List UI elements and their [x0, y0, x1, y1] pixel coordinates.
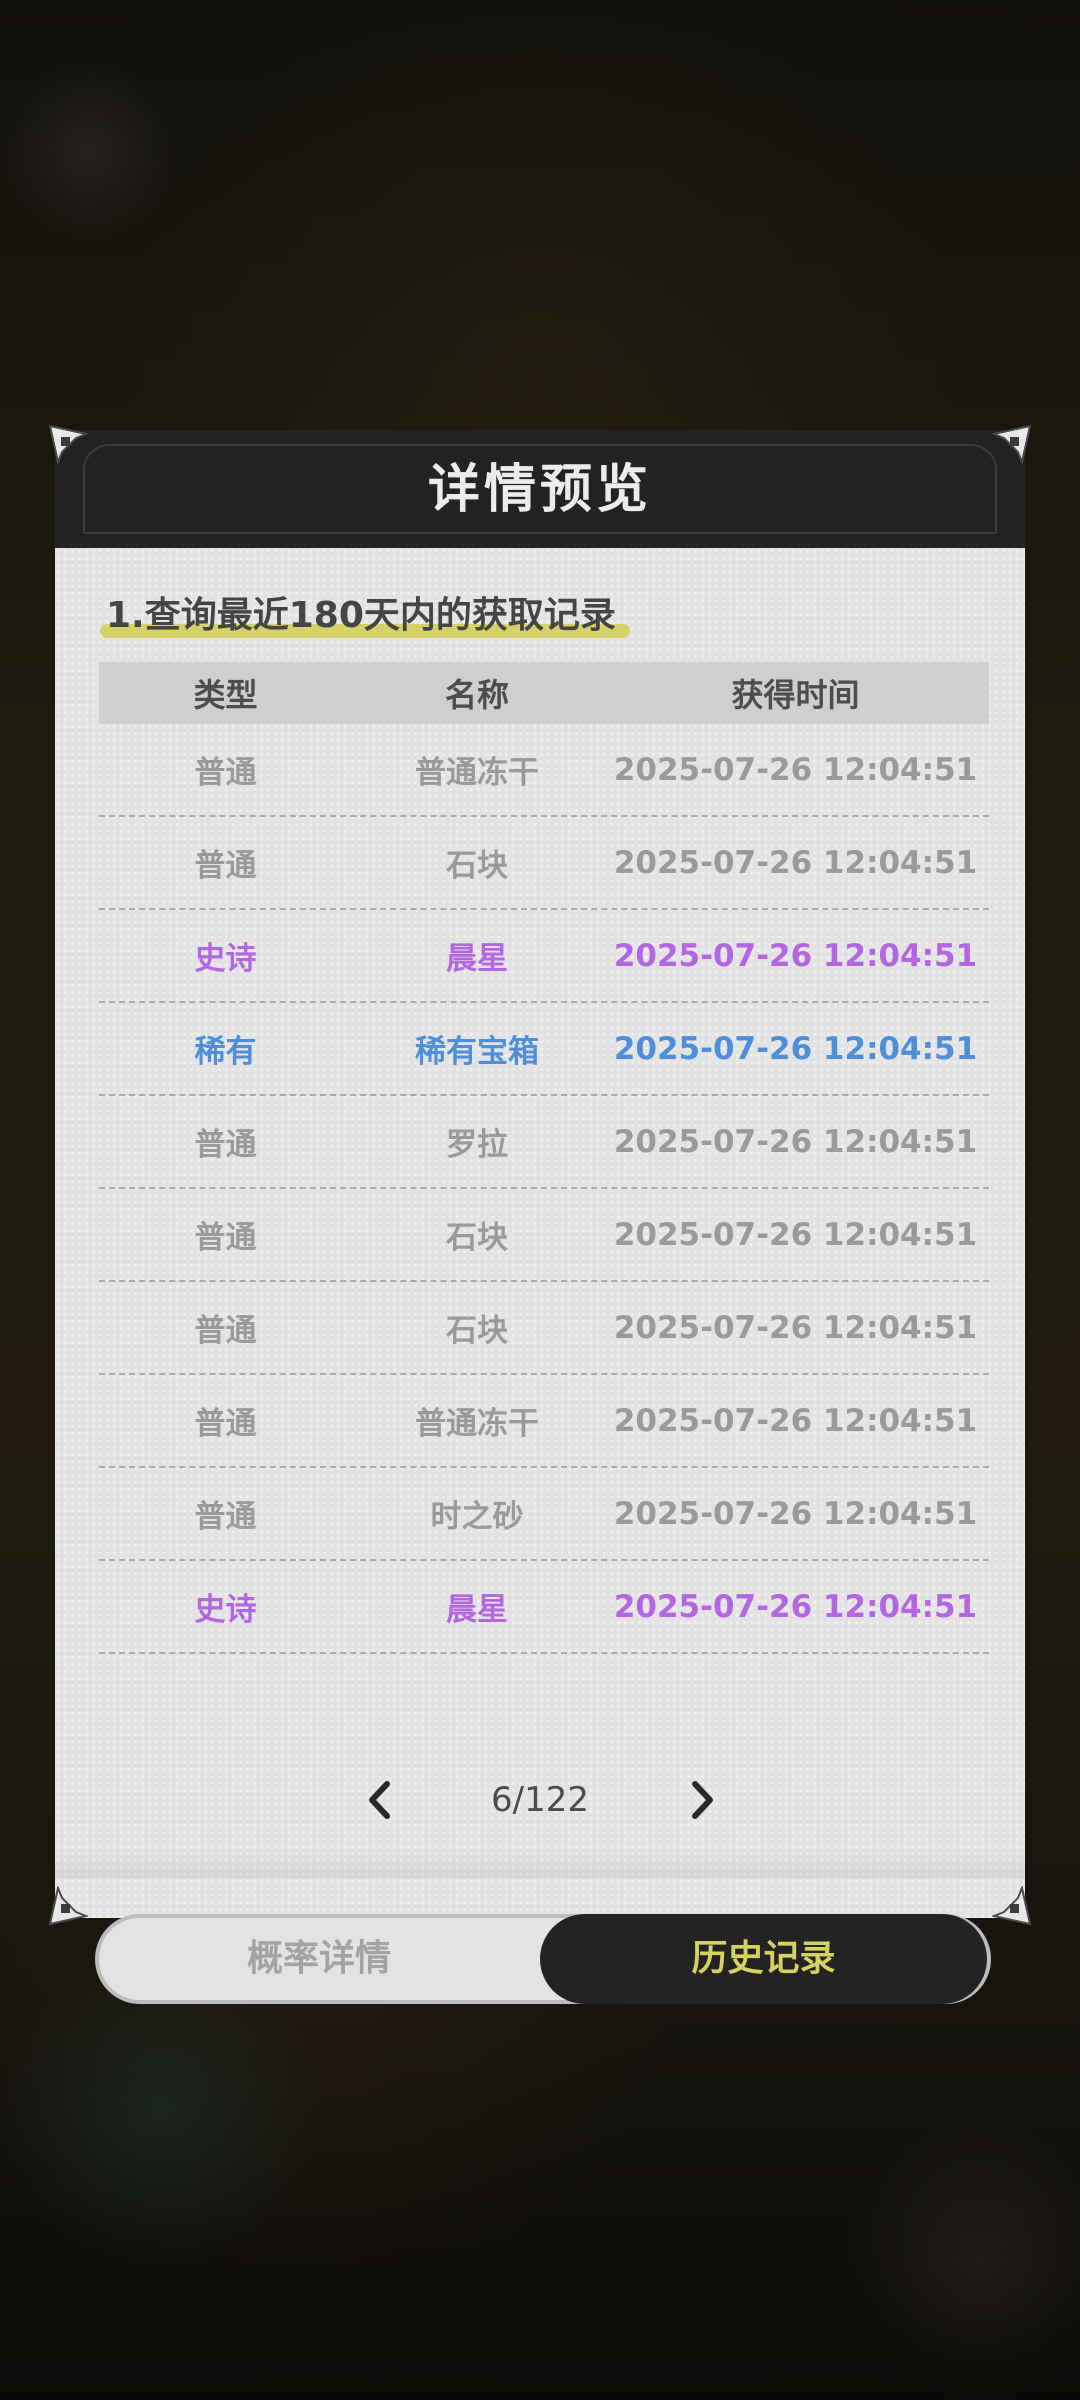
pagination: 6/122: [55, 1770, 1025, 1830]
table-row: 史诗 晨星 2025-07-26 12:04:51: [99, 910, 989, 1003]
cell-type: 普通: [194, 755, 257, 791]
table-row: 普通 时之砂 2025-07-26 12:04:51: [99, 1468, 989, 1561]
corner-ornament-icon: [48, 1886, 88, 1926]
corner-ornament-icon: [992, 1886, 1032, 1926]
table-row: 普通 石块 2025-07-26 12:04:51: [99, 1282, 989, 1375]
dialog-header: 详情预览: [55, 430, 1025, 548]
cell-name: 石块: [446, 848, 508, 884]
cell-type: 普通: [194, 1127, 257, 1163]
cell-type: 普通: [194, 1499, 257, 1535]
history-table: 类型 名称 获得时间 普通 普通冻干 2025-07-26 12:04:51 普…: [99, 662, 989, 1654]
cell-type: 普通: [194, 1406, 257, 1442]
table-row: 普通 罗拉 2025-07-26 12:04:51: [99, 1096, 989, 1189]
cell-time: 2025-07-26 12:04:51: [613, 1123, 978, 1160]
subtitle: 1.查询最近180天内的获取记录: [106, 595, 616, 636]
cell-time: 2025-07-26 12:04:51: [613, 1030, 978, 1067]
table-row: 普通 普通冻干 2025-07-26 12:04:51: [99, 1375, 989, 1468]
column-header-time: 获得时间: [731, 676, 860, 714]
tab-probability-details[interactable]: 概率详情: [99, 1914, 539, 2004]
table-row: 普通 普通冻干 2025-07-26 12:04:51: [99, 724, 989, 817]
chevron-left-icon[interactable]: [359, 1778, 403, 1822]
cell-name: 时之砂: [430, 1499, 524, 1535]
cell-time: 2025-07-26 12:04:51: [613, 1495, 978, 1532]
column-header-type: 类型: [193, 676, 258, 714]
cell-time: 2025-07-26 12:04:51: [613, 751, 978, 788]
cell-type: 普通: [194, 848, 257, 884]
cell-type: 普通: [194, 1220, 257, 1256]
cell-time: 2025-07-26 12:04:51: [613, 1588, 978, 1625]
column-header-name: 名称: [444, 676, 509, 714]
cell-type: 普通: [194, 1313, 257, 1349]
cell-name: 普通冻干: [415, 755, 539, 791]
dialog-title: 详情预览: [427, 460, 652, 520]
cell-name: 石块: [446, 1313, 508, 1349]
page-indicator: 6/122: [491, 1780, 589, 1820]
cell-time: 2025-07-26 12:04:51: [613, 844, 978, 881]
cell-name: 稀有宝箱: [415, 1034, 539, 1070]
table-row: 稀有 稀有宝箱 2025-07-26 12:04:51: [99, 1003, 989, 1096]
cell-name: 晨星: [446, 1592, 508, 1628]
subtitle-block: 1.查询最近180天内的获取记录: [100, 588, 630, 644]
table-row: 史诗 晨星 2025-07-26 12:04:51: [99, 1561, 989, 1654]
cell-time: 2025-07-26 12:04:51: [613, 1309, 978, 1346]
table-row: 普通 石块 2025-07-26 12:04:51: [99, 1189, 989, 1282]
cell-name: 晨星: [446, 941, 508, 977]
cell-time: 2025-07-26 12:04:51: [613, 937, 978, 974]
table-row: 普通 石块 2025-07-26 12:04:51: [99, 817, 989, 910]
cell-name: 罗拉: [446, 1127, 508, 1163]
corner-ornament-icon: [992, 424, 1032, 464]
cell-type: 史诗: [194, 1592, 257, 1628]
chevron-right-icon[interactable]: [679, 1778, 723, 1822]
table-header: 类型 名称 获得时间: [99, 662, 989, 724]
corner-ornament-icon: [48, 424, 88, 464]
tab-history-records[interactable]: 历史记录: [540, 1914, 987, 2004]
cell-type: 稀有: [194, 1034, 257, 1070]
dialog-body: 1.查询最近180天内的获取记录 类型 名称 获得时间 普通 普通冻干 2025…: [55, 548, 1025, 2004]
cell-time: 2025-07-26 12:04:51: [613, 1216, 978, 1253]
details-preview-dialog: 详情预览 1.查询最近180天内的获取记录 类型 名称 获得时间 普通 普通冻干…: [55, 430, 1025, 2004]
cell-name: 石块: [446, 1220, 508, 1256]
cell-name: 普通冻干: [415, 1406, 539, 1442]
cell-time: 2025-07-26 12:04:51: [613, 1402, 978, 1439]
table-footer-shade: [55, 1848, 1025, 1878]
cell-type: 史诗: [194, 941, 257, 977]
tab-switcher: 概率详情 历史记录: [95, 1914, 991, 2004]
